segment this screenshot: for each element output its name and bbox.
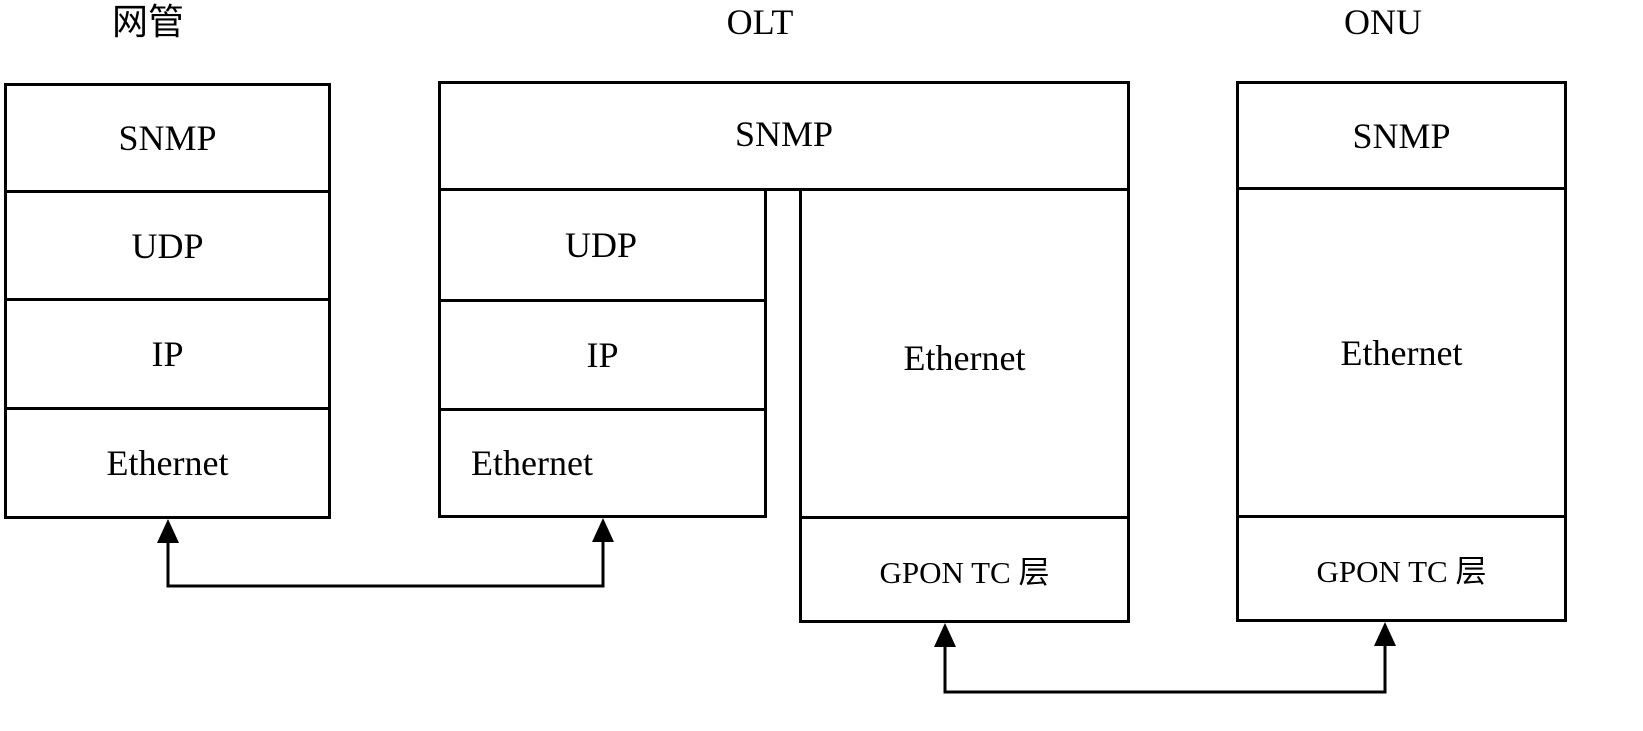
arrowhead-olt-ethernet [592,518,614,542]
arrowhead-nms-ethernet [157,519,179,543]
connection-arrows [157,518,1396,694]
link-olt-onu-gpon [943,645,1387,694]
link-nms-olt-ethernet [166,540,605,588]
arrowhead-onu-gpon [1374,622,1396,646]
arrowhead-olt-gpon [934,623,956,647]
